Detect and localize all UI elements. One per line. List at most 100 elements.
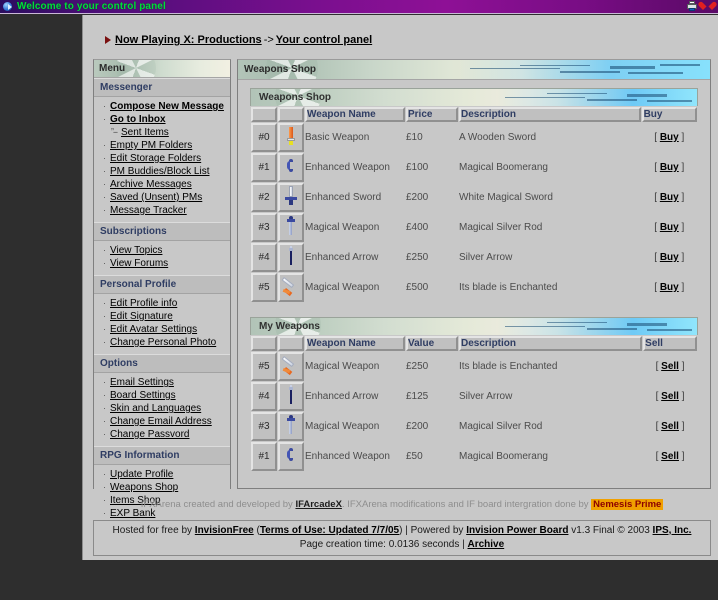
- window-title: Welcome to your control panel: [17, 1, 166, 12]
- cell-action: [ Sell ]: [655, 421, 685, 432]
- sidebar-item-label[interactable]: Edit Storage Folders: [110, 153, 201, 164]
- sidebar-item-edit-signature[interactable]: · Edit Signature: [94, 310, 230, 323]
- heart-icon[interactable]: [702, 1, 714, 12]
- sword-white-icon: [280, 185, 302, 207]
- sidebar-item-pm-buddies-block-list[interactable]: · PM Buddies/Block List: [94, 165, 230, 178]
- cell-action: [ Sell ]: [655, 361, 685, 372]
- sidebar-item-sent-items[interactable]: ˮ-- Sent Items: [94, 126, 230, 139]
- sidebar-item-label[interactable]: Change Email Address: [110, 416, 212, 427]
- sidebar-item-saved-unsent-pms[interactable]: · Saved (Unsent) PMs: [94, 191, 230, 204]
- cell-description: Magical Silver Rod: [459, 412, 643, 441]
- column-header-description: Description: [459, 336, 643, 351]
- footer-line1-a: Hosted for free by: [112, 525, 195, 536]
- boomerang-icon: [280, 444, 302, 466]
- sidebar-item-compose-new-message[interactable]: · Compose New Message: [94, 100, 230, 113]
- row-id: #3: [251, 213, 277, 242]
- sell-link[interactable]: Sell: [661, 451, 679, 462]
- sidebar-item-label[interactable]: Change Personal Photo: [110, 337, 216, 348]
- sidebar-item-edit-avatar-settings[interactable]: · Edit Avatar Settings: [94, 323, 230, 336]
- footer-link-ips-inc[interactable]: IPS, Inc.: [653, 525, 692, 536]
- buy-link[interactable]: Buy: [660, 132, 679, 143]
- sidebar-item-label[interactable]: Edit Profile info: [110, 298, 177, 309]
- footer-link-archive[interactable]: Archive: [468, 539, 505, 550]
- weapon-icon-cell: [278, 153, 304, 182]
- sidebar-item-label[interactable]: Message Tracker: [110, 205, 187, 216]
- blade-flame-icon: [280, 354, 302, 376]
- sell-link[interactable]: Sell: [661, 421, 679, 432]
- sidebar-item-change-personal-photo[interactable]: · Change Personal Photo: [94, 336, 230, 349]
- cell-action: [ Buy ]: [654, 132, 685, 143]
- sidebar-item-label[interactable]: Change Passvord: [110, 429, 190, 440]
- sidebar-item-skin-and-languages[interactable]: · Skin and Languages: [94, 402, 230, 415]
- sidebar-item-label[interactable]: Skin and Languages: [110, 403, 201, 414]
- row-id: #4: [251, 243, 277, 272]
- sidebar-item-view-forums[interactable]: · View Forums: [94, 257, 230, 270]
- sidebar-section-heading: Personal Profile: [94, 275, 230, 294]
- sidebar-item-label[interactable]: Edit Signature: [110, 311, 173, 322]
- sidebar-item-edit-storage-folders[interactable]: · Edit Storage Folders: [94, 152, 230, 165]
- sidebar-item-view-topics[interactable]: · View Topics: [94, 244, 230, 257]
- cell-name: Enhanced Arrow: [305, 243, 405, 272]
- cell-name: Enhanced Weapon: [305, 442, 405, 471]
- breadcrumb-link-current[interactable]: Your control panel: [276, 34, 372, 46]
- buy-link[interactable]: Buy: [660, 252, 679, 263]
- footer-highlight-nemesis-prime[interactable]: Nemesis Prime: [591, 499, 664, 510]
- sidebar-item-change-email-address[interactable]: · Change Email Address: [94, 415, 230, 428]
- sidebar-item-change-passvord[interactable]: · Change Passvord: [94, 428, 230, 441]
- sidebar-item-label[interactable]: Board Settings: [110, 390, 176, 401]
- sidebar-item-label[interactable]: View Topics: [110, 245, 162, 256]
- sidebar-item-label[interactable]: Saved (Unsent) PMs: [110, 192, 202, 203]
- sell-link[interactable]: Sell: [661, 361, 679, 372]
- footer-link-invisionfree[interactable]: InvisionFree: [195, 525, 254, 536]
- table-row: #2 Enhanced Sword £200 White Magical Sword […: [251, 183, 697, 212]
- sidebar-item-label[interactable]: Compose New Message: [110, 101, 224, 112]
- sidebar-section-heading: Subscriptions: [94, 222, 230, 241]
- sidebar-banner-label: Menu: [99, 63, 126, 74]
- sidebar-item-label[interactable]: Sent Items: [121, 127, 169, 138]
- sidebar-item-email-settings[interactable]: · Email Settings: [94, 376, 230, 389]
- footer-link-ipb[interactable]: Invision Power Board: [466, 525, 568, 536]
- sidebar-item-label[interactable]: View Forums: [110, 258, 168, 269]
- cell-price: £50: [406, 442, 458, 471]
- weapon-icon-cell: [278, 183, 304, 212]
- sidebar-item-label[interactable]: Archive Messages: [110, 179, 192, 190]
- weapons-shop-block: Weapons Shop Weapon Name Price Description…: [238, 80, 710, 303]
- sidebar-item-label[interactable]: Go to Inbox: [110, 114, 166, 125]
- bullet-icon: ·: [103, 390, 106, 400]
- sidebar-item-message-tracker[interactable]: · Message Tracker: [94, 204, 230, 217]
- bullet-icon: ·: [103, 403, 106, 413]
- sidebar-item-empty-pm-folders[interactable]: · Empty PM Folders: [94, 139, 230, 152]
- sidebar-item-label[interactable]: Weapons Shop: [110, 482, 178, 493]
- buy-link[interactable]: Buy: [660, 162, 679, 173]
- sidebar-item-board-settings[interactable]: · Board Settings: [94, 389, 230, 402]
- breadcrumb-link-home[interactable]: Now Playing X: Productions: [115, 34, 262, 46]
- sidebar-sections: Messenger · Compose New Message · Go to Inbo…: [94, 78, 230, 525]
- weapon-icon-cell: [278, 123, 304, 152]
- sidebar-item-go-to-inbox[interactable]: · Go to Inbox: [94, 113, 230, 126]
- cell-action: [ Buy ]: [654, 192, 685, 203]
- bullet-icon: ·: [103, 114, 106, 124]
- rod-silver-icon: [280, 215, 302, 237]
- bottom-dark-bar: [0, 560, 718, 600]
- footer-link-terms[interactable]: Terms of Use: Updated 7/7/05: [260, 525, 399, 536]
- sidebar-item-label[interactable]: Email Settings: [110, 377, 174, 388]
- buy-link[interactable]: Buy: [660, 222, 679, 233]
- footer-link-ifarcadex[interactable]: IFArcadeX: [295, 499, 341, 510]
- cell-price: £200: [406, 183, 458, 212]
- sidebar-item-weapons-shop[interactable]: · Weapons Shop: [94, 481, 230, 494]
- sidebar-item-label[interactable]: Edit Avatar Settings: [110, 324, 197, 335]
- cell-name: Enhanced Sword: [305, 183, 405, 212]
- sell-link[interactable]: Sell: [661, 391, 679, 402]
- printer-icon[interactable]: [686, 1, 698, 12]
- sidebar-item-label[interactable]: Empty PM Folders: [110, 140, 192, 151]
- sidebar-item-update-profile[interactable]: · Update Profile: [94, 468, 230, 481]
- buy-link[interactable]: Buy: [660, 282, 679, 293]
- weapon-icon-cell: [278, 382, 304, 411]
- sidebar-item-label[interactable]: Update Profile: [110, 469, 173, 480]
- buy-link[interactable]: Buy: [660, 192, 679, 203]
- sidebar-section-list: · Edit Profile info · Edit Signature · Edit A…: [94, 294, 230, 354]
- sidebar-item-label[interactable]: PM Buddies/Block List: [110, 166, 210, 177]
- sidebar-item-archive-messages[interactable]: · Archive Messages: [94, 178, 230, 191]
- sidebar-item-edit-profile-info[interactable]: · Edit Profile info: [94, 297, 230, 310]
- my-weapons-tbody: #5 Magical Weapon £250 Its blade is Enchant…: [251, 352, 697, 471]
